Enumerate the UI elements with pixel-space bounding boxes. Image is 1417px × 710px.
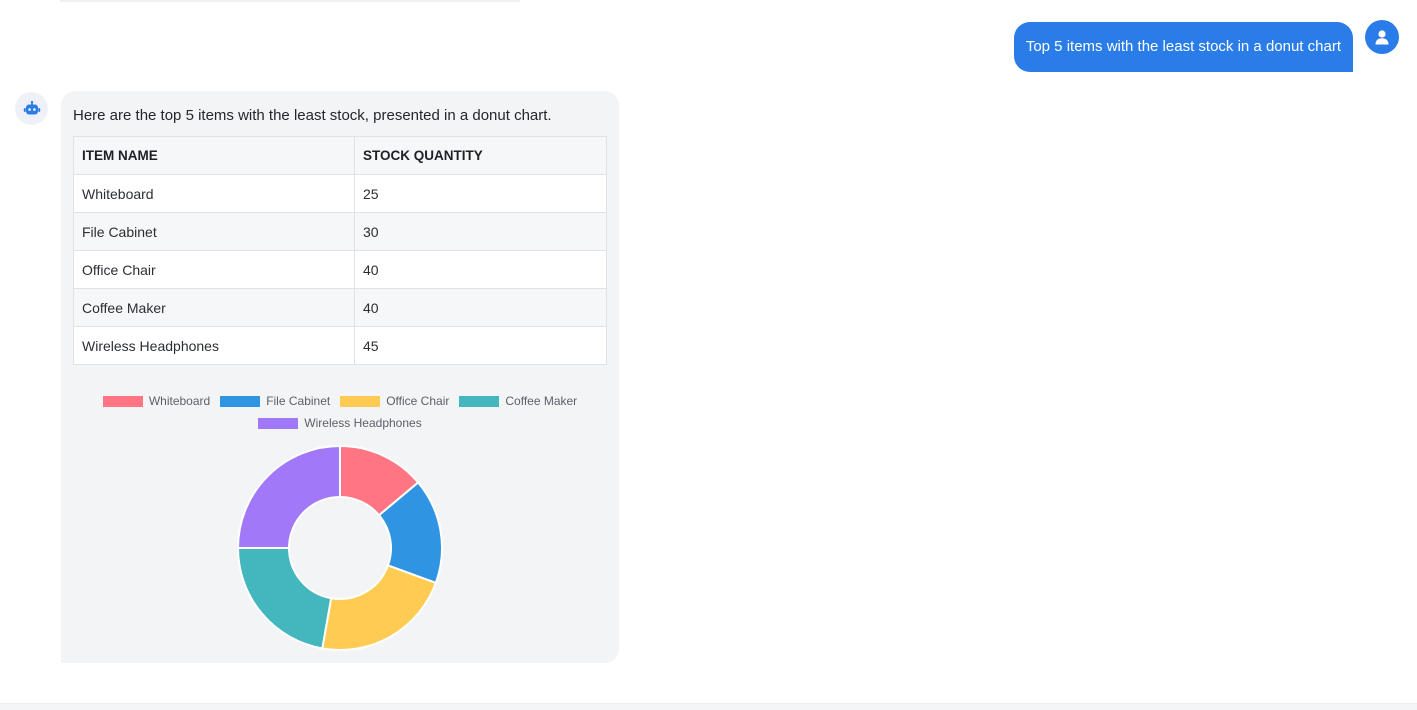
legend-item[interactable]: Whiteboard xyxy=(102,394,211,408)
table-header-row: ITEM NAME STOCK QUANTITY xyxy=(73,136,607,175)
bot-avatar xyxy=(15,92,48,125)
chart-legend: Whiteboard File Cabinet Office Chair Coffee… xyxy=(61,394,619,430)
cell-item-name: Whiteboard xyxy=(73,174,355,213)
cell-stock-quantity: 40 xyxy=(354,288,607,327)
donut-slice[interactable] xyxy=(321,564,438,651)
legend-item[interactable]: Wireless Headphones xyxy=(258,416,422,430)
cell-item-name: Wireless Headphones xyxy=(73,326,355,365)
table-row: Office Chair 40 xyxy=(73,250,607,289)
legend-item[interactable]: File Cabinet xyxy=(220,394,330,408)
column-header-stock-quantity: STOCK QUANTITY xyxy=(354,136,607,175)
cell-stock-quantity: 45 xyxy=(354,326,607,365)
bot-intro-text: Here are the top 5 items with the least … xyxy=(73,107,552,124)
bot-message-card: Here are the top 5 items with the least … xyxy=(61,91,619,663)
user-message-bubble: Top 5 items with the least stock in a do… xyxy=(1013,22,1353,72)
cell-stock-quantity: 30 xyxy=(354,212,607,251)
legend-swatch xyxy=(340,395,381,407)
legend-swatch xyxy=(102,395,143,407)
chat-page: Top 5 items with the least stock in a do… xyxy=(0,0,1417,710)
cell-item-name: File Cabinet xyxy=(73,212,355,251)
cell-item-name: Coffee Maker xyxy=(73,288,355,327)
user-avatar xyxy=(1365,20,1399,54)
table-row: Coffee Maker 40 xyxy=(73,288,607,327)
user-message-row: Top 5 items with the least stock in a do… xyxy=(1013,20,1399,72)
table-row: File Cabinet 30 xyxy=(73,212,607,251)
legend-label: File Cabinet xyxy=(266,394,331,408)
robot-icon xyxy=(23,100,40,114)
column-header-item-name: ITEM NAME xyxy=(73,136,355,175)
legend-item[interactable]: Coffee Maker xyxy=(459,394,577,408)
legend-swatch xyxy=(220,395,261,407)
cell-stock-quantity: 25 xyxy=(354,174,607,213)
legend-swatch xyxy=(258,417,299,429)
legend-label: Whiteboard xyxy=(148,394,211,408)
table-row: Whiteboard 25 xyxy=(73,174,607,213)
composer-edge xyxy=(0,703,1417,710)
legend-swatch xyxy=(459,395,500,407)
donut-slice[interactable] xyxy=(237,445,341,549)
stock-table: ITEM NAME STOCK QUANTITY Whiteboard 25 F… xyxy=(73,136,607,365)
donut-chart xyxy=(237,445,443,651)
user-icon xyxy=(1375,30,1389,45)
donut-slice[interactable] xyxy=(237,547,333,650)
legend-label: Wireless Headphones xyxy=(304,416,422,430)
cell-item-name: Office Chair xyxy=(73,250,355,289)
legend-label: Office Chair xyxy=(386,394,450,408)
previous-message-edge xyxy=(60,0,520,2)
legend-item[interactable]: Office Chair xyxy=(340,394,449,408)
legend-label: Coffee Maker xyxy=(505,394,578,408)
table-row: Wireless Headphones 45 xyxy=(73,326,607,365)
cell-stock-quantity: 40 xyxy=(354,250,607,289)
